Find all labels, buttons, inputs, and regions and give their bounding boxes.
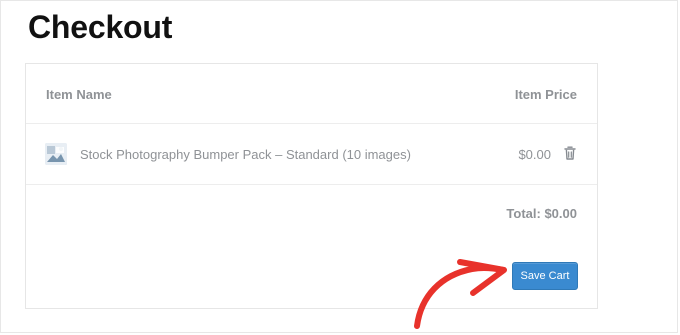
total-label: Total:	[506, 206, 541, 221]
cart-total: Total: $0.00	[506, 206, 577, 221]
red-arrow-icon	[414, 259, 507, 329]
total-value: $0.00	[544, 206, 577, 221]
trash-icon[interactable]	[563, 145, 577, 161]
product-thumbnail	[45, 143, 67, 165]
cart-item-price: $0.00	[518, 147, 551, 162]
product-thumbnail-image	[45, 143, 67, 165]
cart-item-row: Stock Photography Bumper Pack – Standard…	[26, 124, 597, 185]
save-cart-button[interactable]: Save Cart	[512, 262, 578, 290]
item-price-column-header: Item Price	[514, 87, 577, 102]
checkout-page: Checkout Item Name Item Price Stock Phot…	[0, 0, 678, 333]
item-name-column-header: Item Name	[46, 87, 112, 102]
cart-item-name: Stock Photography Bumper Pack – Standard…	[80, 147, 411, 162]
page-title: Checkout	[28, 9, 173, 45]
cart-table-header: Item Name Item Price	[26, 64, 597, 124]
